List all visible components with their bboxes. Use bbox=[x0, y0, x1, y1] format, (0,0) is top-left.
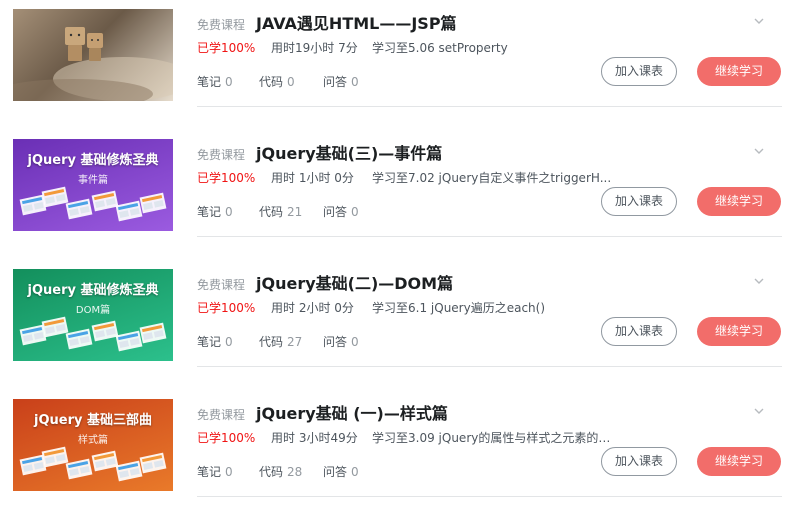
course-item: jQuery 基础三部曲 样式篇 免费课程 jQuery基础 (一)—样式篇 已… bbox=[0, 390, 800, 520]
thumbnail-banner-subtitle: 事件篇 bbox=[78, 175, 108, 186]
course-thumbnail[interactable]: jQuery 基础修炼圣典 DOM篇 bbox=[13, 269, 173, 361]
course-thumbnail[interactable]: jQuery 基础三部曲 样式篇 bbox=[13, 399, 173, 491]
continue-learning-button[interactable]: 继续学习 bbox=[697, 447, 781, 476]
add-to-schedule-button[interactable]: 加入课表 bbox=[601, 187, 677, 216]
thumbnail-photo bbox=[13, 27, 173, 101]
divider bbox=[197, 106, 782, 107]
course-title[interactable]: JAVA遇见HTML——JSP篇 bbox=[256, 10, 457, 34]
notes-count[interactable]: 笔记 0 bbox=[197, 333, 233, 350]
last-studied[interactable]: 学习至3.09 jQuery的属性与样式之元素的数据存储 bbox=[372, 429, 612, 446]
chevron-down-icon[interactable] bbox=[752, 14, 766, 28]
progress-text: 已学100% bbox=[197, 171, 256, 185]
last-studied[interactable]: 学习至7.02 jQuery自定义事件之triggerH... bbox=[372, 169, 611, 186]
add-to-schedule-button[interactable]: 加入课表 bbox=[601, 447, 677, 476]
divider bbox=[197, 366, 782, 367]
course-type-tag: 免费课程 bbox=[197, 408, 246, 422]
code-count[interactable]: 代码 28 bbox=[259, 463, 302, 480]
notes-count[interactable]: 笔记 0 bbox=[197, 73, 233, 90]
divider bbox=[197, 496, 782, 497]
thumbnail-banner-title: jQuery 基础修炼圣典 bbox=[27, 283, 159, 298]
divider bbox=[197, 236, 782, 237]
progress-text: 已学100% bbox=[197, 431, 256, 445]
progress-text: 已学100% bbox=[197, 301, 256, 315]
course-title[interactable]: jQuery基础 (一)—样式篇 bbox=[256, 400, 448, 424]
study-time: 用时19小时 7分 bbox=[271, 41, 358, 55]
chevron-down-icon[interactable] bbox=[752, 144, 766, 158]
course-type-tag: 免费课程 bbox=[197, 148, 246, 162]
qa-count[interactable]: 问答 0 bbox=[323, 203, 359, 220]
course-type-tag: 免费课程 bbox=[197, 18, 246, 32]
course-item: jQuery 基础修炼圣典 DOM篇 免费课程 jQuery基础(二)—DOM篇… bbox=[0, 260, 800, 390]
notes-count[interactable]: 笔记 0 bbox=[197, 203, 233, 220]
continue-learning-button[interactable]: 继续学习 bbox=[697, 317, 781, 346]
qa-count[interactable]: 问答 0 bbox=[323, 463, 359, 480]
continue-learning-button[interactable]: 继续学习 bbox=[697, 187, 781, 216]
thumbnail-banner-subtitle: DOM篇 bbox=[75, 305, 111, 316]
chevron-down-icon[interactable] bbox=[752, 404, 766, 418]
study-time: 用时 3小时49分 bbox=[271, 431, 358, 445]
notes-count[interactable]: 笔记 0 bbox=[197, 463, 233, 480]
course-title[interactable]: jQuery基础(三)—事件篇 bbox=[256, 140, 442, 164]
course-thumbnail[interactable] bbox=[13, 9, 173, 101]
thumbnail-banner-title: jQuery 基础修炼圣典 bbox=[27, 153, 159, 168]
add-to-schedule-button[interactable]: 加入课表 bbox=[601, 57, 677, 86]
course-type-tag: 免费课程 bbox=[197, 278, 246, 292]
course-item: jQuery 基础修炼圣典 事件篇 免费课程 jQuery基础(三)—事件篇 已… bbox=[0, 130, 800, 260]
add-to-schedule-button[interactable]: 加入课表 bbox=[601, 317, 677, 346]
course-thumbnail[interactable]: jQuery 基础修炼圣典 事件篇 bbox=[13, 139, 173, 231]
last-studied[interactable]: 学习至5.06 setProperty bbox=[372, 39, 508, 56]
last-studied[interactable]: 学习至6.1 jQuery遍历之each() bbox=[372, 299, 545, 316]
course-title[interactable]: jQuery基础(二)—DOM篇 bbox=[256, 270, 453, 294]
thumbnail-banner-title: jQuery 基础三部曲 bbox=[34, 413, 152, 428]
code-count[interactable]: 代码 21 bbox=[259, 203, 302, 220]
code-count[interactable]: 代码 27 bbox=[259, 333, 302, 350]
progress-text: 已学100% bbox=[197, 41, 256, 55]
course-item: 免费课程 JAVA遇见HTML——JSP篇 已学100% 用时19小时 7分 学… bbox=[0, 0, 800, 130]
qa-count[interactable]: 问答 0 bbox=[323, 73, 359, 90]
study-time: 用时 1小时 0分 bbox=[271, 171, 354, 185]
chevron-down-icon[interactable] bbox=[752, 274, 766, 288]
qa-count[interactable]: 问答 0 bbox=[323, 333, 359, 350]
code-count[interactable]: 代码 0 bbox=[259, 73, 295, 90]
continue-learning-button[interactable]: 继续学习 bbox=[697, 57, 781, 86]
thumbnail-banner-subtitle: 样式篇 bbox=[78, 435, 108, 446]
study-time: 用时 2小时 0分 bbox=[271, 301, 354, 315]
